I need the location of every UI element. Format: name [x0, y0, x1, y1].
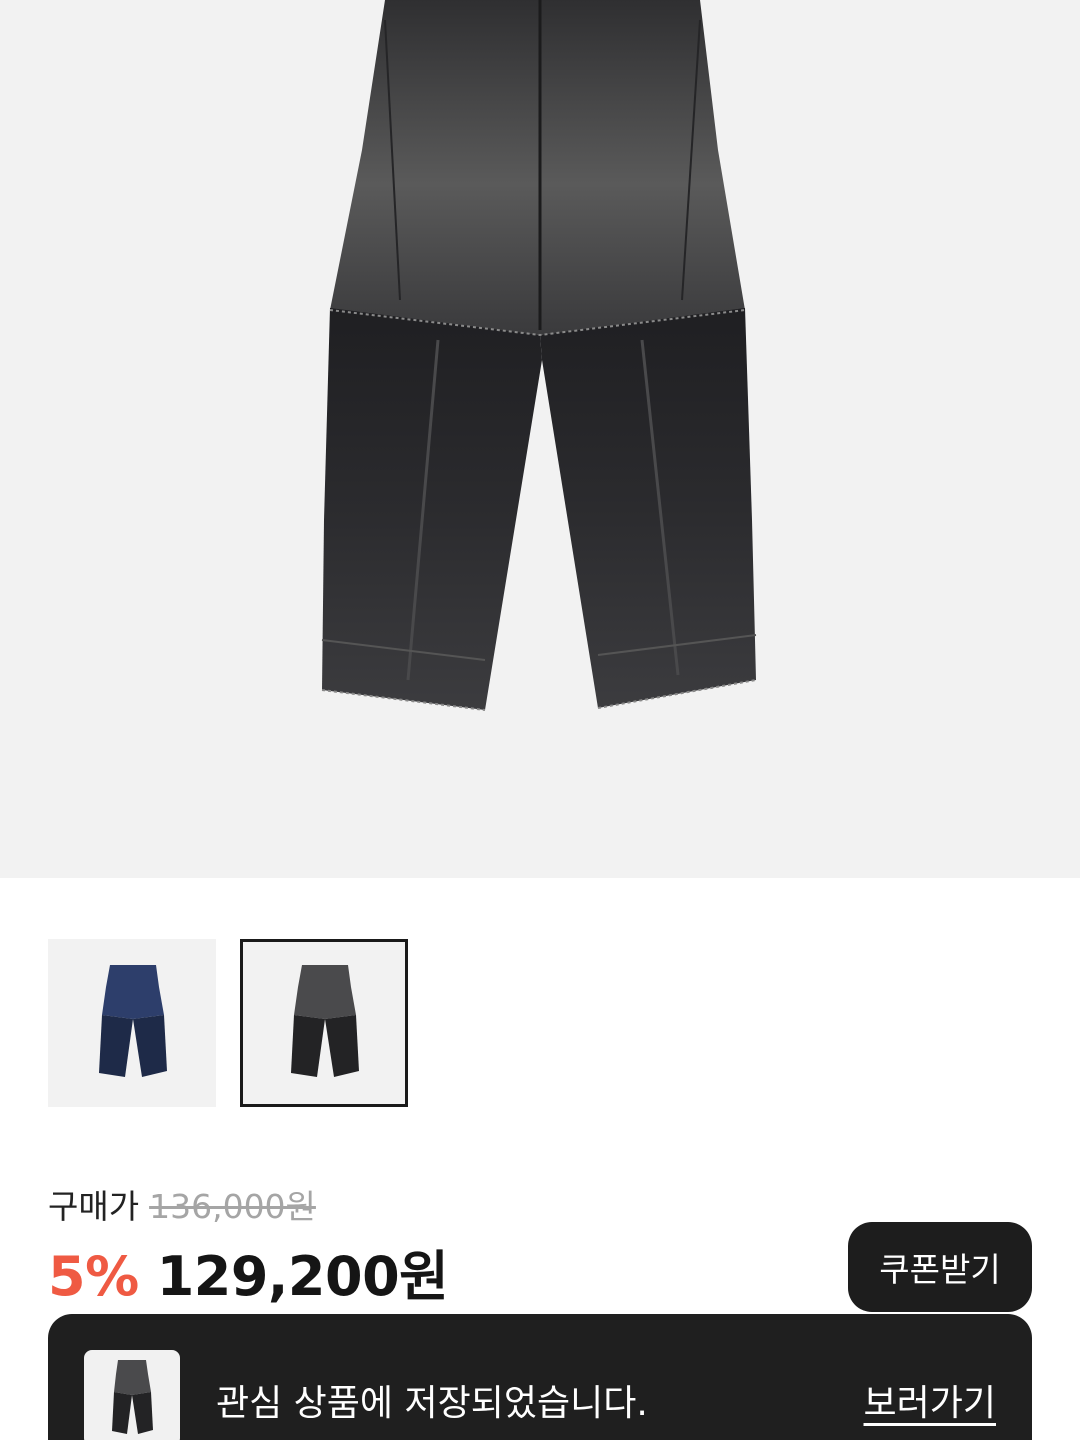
price-label-row: 구매가 136,000원	[48, 1180, 316, 1228]
get-coupon-button[interactable]: 쿠폰받기	[848, 1222, 1032, 1312]
thumbnail-list	[48, 939, 408, 1107]
toast-message: 관심 상품에 저장되었습니다.	[216, 1383, 648, 1424]
original-price: 136,000원	[149, 1187, 316, 1226]
thumbnail-blue-denim[interactable]	[48, 939, 216, 1107]
thumbnail-black-denim[interactable]	[240, 939, 408, 1107]
pants-illustration	[321, 0, 757, 711]
view-wishlist-link[interactable]: 보러가기	[864, 1374, 996, 1426]
sale-price: 129,200원	[156, 1245, 449, 1308]
sale-price-row: 5% 129,200원	[48, 1232, 449, 1311]
blue-pants-thumbnail-image	[99, 965, 167, 1077]
product-hero-image[interactable]	[0, 0, 1080, 878]
discount-rate: 5%	[48, 1245, 139, 1308]
toast-product-thumbnail	[84, 1350, 180, 1440]
wishlist-saved-toast: 관심 상품에 저장되었습니다. 보러가기	[48, 1314, 1032, 1440]
price-label: 구매가	[48, 1187, 140, 1226]
product-detail-page: 구매가 136,000원 5% 129,200원 쿠폰받기 관심 상품에 저장되…	[0, 0, 1080, 1440]
black-pants-toast-image	[112, 1360, 153, 1434]
black-pants-thumbnail-image	[291, 965, 359, 1077]
